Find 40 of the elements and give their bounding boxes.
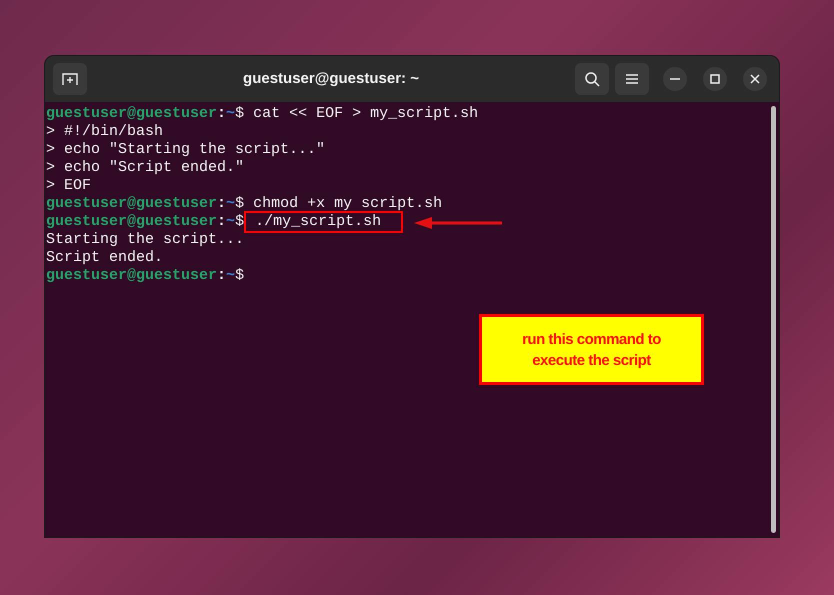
prompt-user: guestuser@guestuser bbox=[46, 105, 218, 123]
prompt-symbol: $ bbox=[235, 105, 244, 123]
output-text: > #!/bin/bash bbox=[46, 123, 164, 141]
new-tab-icon bbox=[62, 72, 78, 86]
close-button[interactable] bbox=[743, 67, 767, 91]
prompt-user: guestuser@guestuser bbox=[46, 213, 218, 231]
search-button[interactable] bbox=[575, 63, 609, 95]
prompt-path: ~ bbox=[226, 213, 236, 231]
prompt-separator: : bbox=[217, 195, 226, 213]
command-text: cat << EOF > my_script.sh bbox=[252, 105, 478, 123]
minimize-icon bbox=[670, 78, 680, 80]
prompt-symbol: $ bbox=[235, 267, 244, 285]
prompt-user: guestuser@guestuser bbox=[46, 267, 218, 285]
menu-icon bbox=[626, 74, 638, 84]
output-text: Script ended. bbox=[46, 249, 164, 267]
output-text: > EOF bbox=[46, 177, 92, 195]
prompt-user: guestuser@guestuser bbox=[46, 195, 218, 213]
maximize-button[interactable] bbox=[703, 67, 727, 91]
prompt-path: ~ bbox=[226, 267, 236, 285]
new-tab-button[interactable] bbox=[53, 63, 87, 95]
prompt-separator: : bbox=[217, 105, 226, 123]
output-text: Starting the script... bbox=[46, 231, 244, 249]
prompt-separator: : bbox=[217, 267, 226, 285]
command-text: chmod +x my script.sh bbox=[252, 195, 442, 213]
output-text: > echo "Starting the script..." bbox=[46, 141, 326, 159]
prompt-separator: : bbox=[217, 213, 226, 231]
prompt-symbol: $ bbox=[235, 213, 244, 231]
annotation-note: run this command to execute the script bbox=[479, 314, 704, 385]
command-text: ./my_script.sh bbox=[244, 211, 404, 233]
scrollbar[interactable] bbox=[771, 106, 776, 533]
prompt-path: ~ bbox=[226, 105, 236, 123]
prompt-path: ~ bbox=[226, 195, 236, 213]
prompt-symbol: $ bbox=[235, 195, 244, 213]
maximize-icon bbox=[710, 74, 720, 84]
window-title: guestuser@guestuser: ~ bbox=[242, 68, 420, 89]
output-text: > echo "Script ended." bbox=[46, 159, 244, 177]
close-icon bbox=[750, 74, 760, 84]
menu-button[interactable] bbox=[615, 63, 649, 95]
minimize-button[interactable] bbox=[663, 67, 687, 91]
search-icon bbox=[584, 71, 600, 87]
